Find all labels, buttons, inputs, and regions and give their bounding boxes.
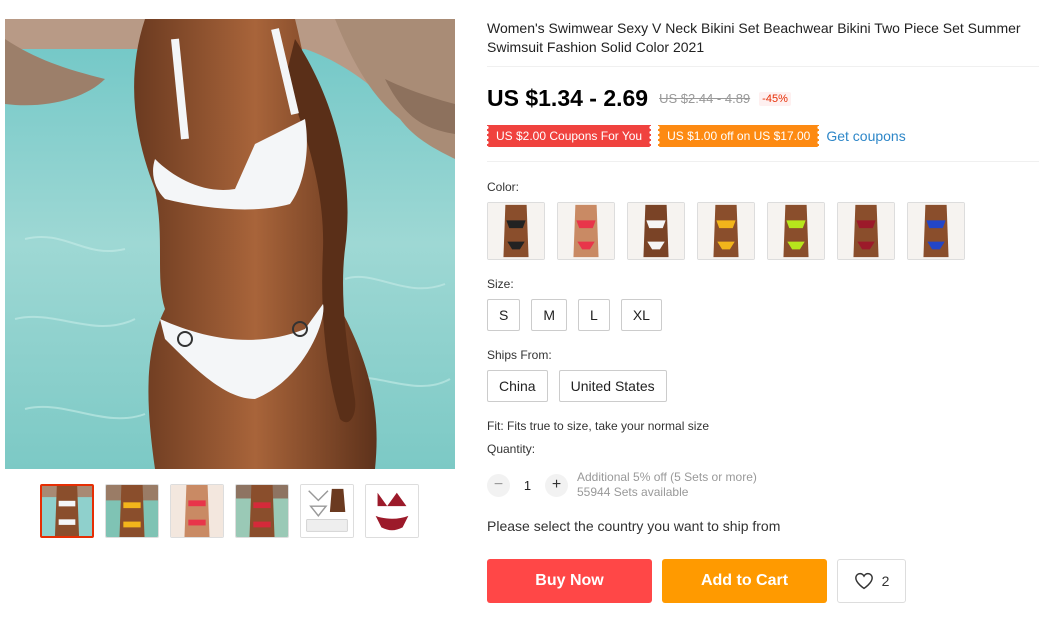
divider [487, 161, 1039, 162]
quantity-increase-button[interactable]: + [545, 473, 568, 497]
spend-coupon[interactable]: US $1.00 off on US $17.00 [658, 125, 820, 147]
color-options [487, 202, 965, 260]
size-option-l[interactable]: L [578, 299, 610, 331]
thumbnail-strip [40, 484, 419, 538]
quantity-notes: Additional 5% off (5 Sets or more) 55944… [577, 470, 757, 500]
coupon-row: US $2.00 Coupons For You US $1.00 off on… [487, 125, 906, 147]
add-to-cart-button[interactable]: Add to Cart [662, 559, 827, 603]
original-price: US $2.44 - 4.89 [659, 91, 751, 106]
quantity-input[interactable]: 1 [510, 478, 545, 493]
color-swatch-white[interactable] [627, 202, 685, 260]
size-option-xl[interactable]: XL [620, 299, 662, 331]
thumbnail-6[interactable] [365, 484, 419, 538]
color-swatch-burgundy[interactable] [837, 202, 895, 260]
thumbnail-1[interactable] [40, 484, 94, 538]
buy-now-button[interactable]: Buy Now [487, 559, 652, 603]
stock-available: 55944 Sets available [577, 485, 689, 499]
size-label: Size: [487, 277, 514, 291]
size-options: S M L XL [487, 299, 662, 331]
thumbnail-5[interactable] [300, 484, 354, 538]
size-option-s[interactable]: S [487, 299, 521, 331]
bulk-discount-note: Additional 5% off (5 Sets or more) [577, 470, 757, 484]
color-swatch-red[interactable] [557, 202, 615, 260]
main-product-image[interactable] [5, 19, 455, 469]
quantity-stepper: − 1 + Additional 5% off (5 Sets or more)… [487, 470, 757, 500]
thumbnail-2[interactable] [105, 484, 159, 538]
quantity-label: Quantity: [487, 442, 536, 456]
action-buttons: Buy Now Add to Cart 2 [487, 559, 906, 603]
ships-from-options: China United States [487, 370, 667, 402]
thumbnail-3[interactable] [170, 484, 224, 538]
heart-icon [854, 572, 873, 590]
ships-from-united-states[interactable]: United States [558, 370, 667, 402]
size-option-m[interactable]: M [531, 299, 568, 331]
color-label: Color: [487, 180, 520, 194]
quantity-decrease-button[interactable]: − [487, 473, 510, 497]
color-swatch-blue[interactable] [907, 202, 965, 260]
store-coupon[interactable]: US $2.00 Coupons For You [487, 125, 652, 147]
price-row: US $1.34 - 2.69 US $2.44 - 4.89 -45% [487, 85, 791, 112]
ship-country-note: Please select the country you want to sh… [487, 518, 781, 534]
fit-note: Fit: Fits true to size, take your normal… [487, 419, 710, 433]
ships-from-china[interactable]: China [487, 370, 548, 402]
ships-from-label: Ships From: [487, 348, 552, 362]
thumbnail-4[interactable] [235, 484, 289, 538]
divider [487, 66, 1039, 67]
product-title: Women's Swimwear Sexy V Neck Bikini Set … [487, 20, 1021, 55]
current-price: US $1.34 - 2.69 [487, 85, 649, 111]
color-swatch-yellow[interactable] [697, 202, 755, 260]
color-swatch-neon-green[interactable] [767, 202, 825, 260]
discount-badge: -45% [759, 91, 791, 106]
get-coupons-link[interactable]: Get coupons [826, 128, 905, 144]
color-swatch-black[interactable] [487, 202, 545, 260]
wishlist-button[interactable]: 2 [837, 559, 906, 603]
wishlist-count: 2 [881, 573, 890, 589]
